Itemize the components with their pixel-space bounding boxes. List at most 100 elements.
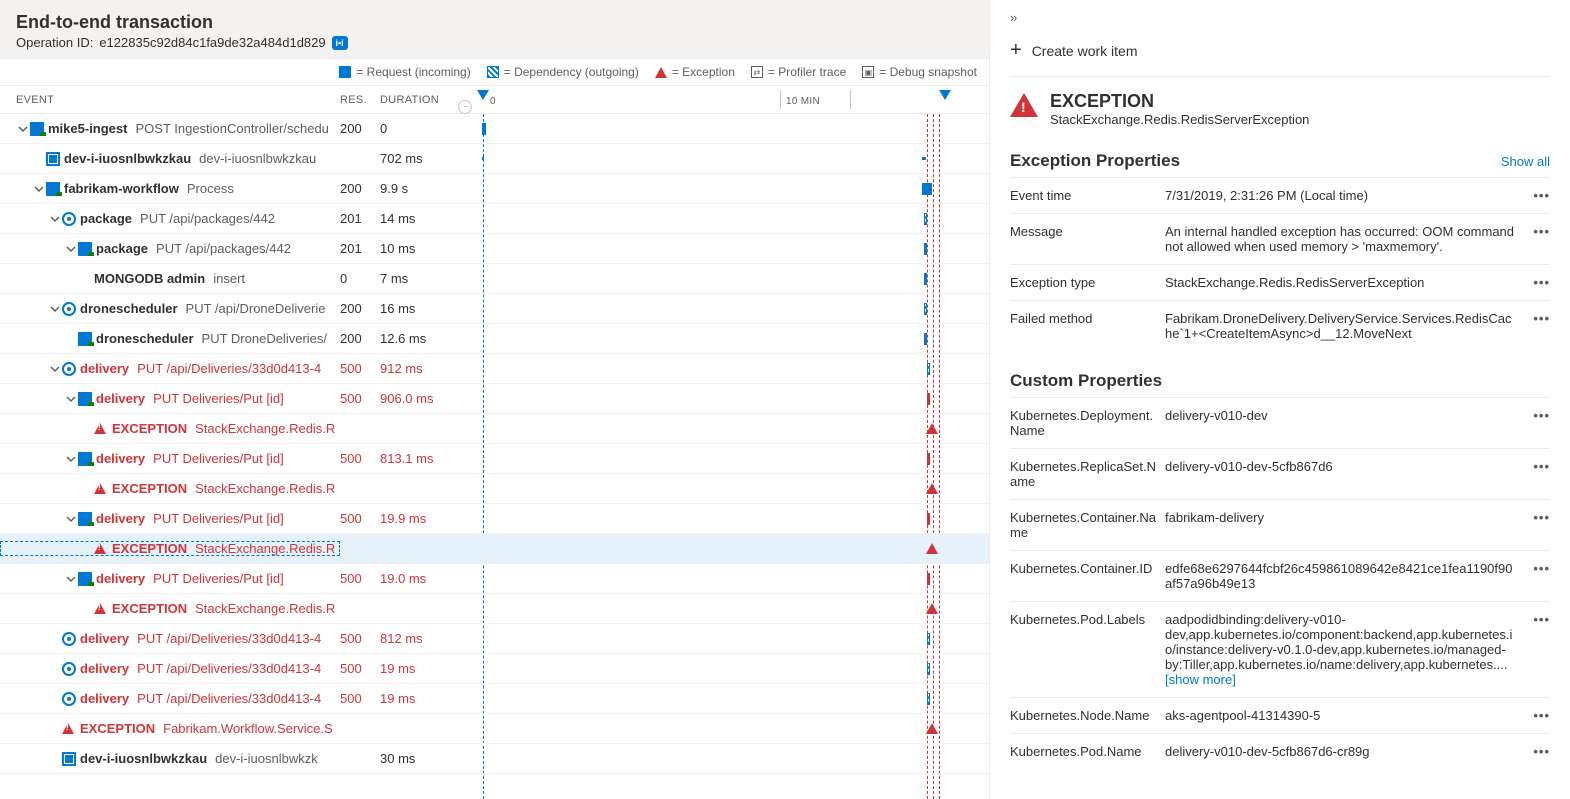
timeline-cell [480,654,989,683]
property-key: Exception type [1010,275,1165,290]
event-cell: dev-i-iuosnlbwkzkau dev-i-iuosnlbwkzkau [0,151,340,166]
dur-cell: 906.0 ms [380,391,480,406]
row-sub: StackExchange.Redis.R [195,541,335,556]
table-row[interactable]: packagePUT /api/packages/44220110 ms [0,234,989,264]
timeline-end-marker-icon[interactable] [939,90,951,100]
row-sub: Process [187,181,234,196]
exception-type: StackExchange.Redis.RedisServerException [1050,112,1309,127]
clock-icon[interactable] [458,100,472,114]
property-value: aks-agentpool-41314390-5 [1165,708,1526,723]
app-icon [78,242,92,256]
info-badge-icon[interactable]: i•i [332,36,348,50]
dur-cell: 19 ms [380,691,480,706]
event-cell: deliveryPUT /api/Deliveries/33d0d413-4 [0,361,340,376]
col-event: EVENT [0,94,340,106]
property-row: Exception typeStackExchange.Redis.RedisS… [1010,264,1550,300]
legend-exception: = Exception [655,65,735,79]
more-actions-icon[interactable]: ••• [1526,224,1550,239]
row-sub: PUT Deliveries/Put [id] [153,511,284,526]
res-cell: 500 [340,691,380,706]
show-more-link[interactable]: [show more] [1165,672,1236,687]
timeline-cell [480,564,989,593]
dependency-icon [62,212,76,226]
event-cell: EXCEPTIONStackExchange.Redis.R [0,421,340,436]
property-row: Kubernetes.Pod.Namedelivery-v010-dev-5cf… [1010,733,1550,769]
table-row[interactable]: deliveryPUT Deliveries/Put [id]500906.0 … [0,384,989,414]
table-row[interactable]: EXCEPTIONStackExchange.Redis.R [0,414,989,444]
expand-caret-icon[interactable] [48,362,62,376]
dur-cell: 30 ms [380,751,480,766]
res-cell: 201 [340,241,380,256]
more-actions-icon[interactable]: ••• [1526,744,1550,759]
event-cell: delivery PUT Deliveries/Put [id] [0,391,340,406]
table-row[interactable]: mike5-ingestPOST IngestionController/sch… [0,114,989,144]
debug-icon: ▣ [862,66,874,78]
expand-caret-icon[interactable] [16,122,30,136]
create-work-item-button[interactable]: + Create work item [1010,33,1550,77]
more-actions-icon[interactable]: ••• [1526,708,1550,723]
row-name: delivery [80,631,129,646]
expand-caret-icon[interactable] [64,512,78,526]
dur-cell: 14 ms [380,211,480,226]
dur-cell: 12.6 ms [380,331,480,346]
table-row[interactable]: EXCEPTIONStackExchange.Redis.R [0,594,989,624]
page-title: End-to-end transaction [16,12,973,33]
table-row[interactable]: MONGODB admininsert07 ms [0,264,989,294]
property-row: Failed methodFabrikam.DroneDelivery.Deli… [1010,300,1550,351]
event-cell: mike5-ingestPOST IngestionController/sch… [0,121,340,136]
table-row[interactable]: dev-i-iuosnlbwkzkaudev-i-iuosnlbwkzk 30 m… [0,744,989,774]
more-actions-icon[interactable]: ••• [1526,459,1550,474]
expand-caret-icon[interactable] [64,242,78,256]
table-row[interactable]: fabrikam-workflowProcess2009.9 s [0,174,989,204]
more-actions-icon[interactable]: ••• [1526,275,1550,290]
res-cell: 200 [340,301,380,316]
row-name: delivery [96,391,145,406]
table-row[interactable]: deliveryPUT Deliveries/Put [id]50019.0 m… [0,564,989,594]
table-row[interactable]: deliveryPUT Deliveries/Put [id]500813.1 … [0,444,989,474]
more-actions-icon[interactable]: ••• [1526,612,1550,627]
row-sub: dev-i-iuosnlbwkzkau [199,151,316,166]
row-sub: PUT Deliveries/Put [id] [153,391,284,406]
legend-dependency: = Dependency (outgoing) [487,65,639,79]
table-row[interactable]: droneschedulerPUT DroneDeliveries/20012.… [0,324,989,354]
property-value: An internal handled exception has occurr… [1165,224,1526,254]
table-row[interactable]: deliveryPUT Deliveries/Put [id]50019.9 m… [0,504,989,534]
more-actions-icon[interactable]: ••• [1526,510,1550,525]
table-row[interactable]: EXCEPTIONStackExchange.Redis.R [0,474,989,504]
property-value: edfe68e6297644fcbf26c459861089642e8421ce… [1165,561,1526,591]
expand-caret-icon[interactable] [64,572,78,586]
table-row[interactable]: dev-i-iuosnlbwkzkaudev-i-iuosnlbwkzkau70… [0,144,989,174]
table-row[interactable]: packagePUT /api/packages/44220114 ms [0,204,989,234]
table-row[interactable]: deliveryPUT /api/Deliveries/33d0d413-450… [0,684,989,714]
table-row[interactable]: deliveryPUT /api/Deliveries/33d0d413-450… [0,654,989,684]
section-heading: Exception Properties [1010,151,1180,171]
property-value: Fabrikam.DroneDelivery.DeliveryService.S… [1165,311,1526,341]
property-row: Kubernetes.Deployment.Namedelivery-v010-… [1010,397,1550,448]
more-actions-icon[interactable]: ••• [1526,561,1550,576]
row-name: delivery [96,571,145,586]
show-all-link[interactable]: Show all [1501,154,1550,169]
queue-icon [62,752,76,766]
expand-caret-icon[interactable] [48,212,62,226]
expand-caret-icon[interactable] [32,182,46,196]
table-row[interactable]: EXCEPTIONFabrikam.Workflow.Service.S [0,714,989,744]
table-row[interactable]: deliveryPUT /api/Deliveries/33d0d413-450… [0,354,989,384]
event-cell: dev-i-iuosnlbwkzkaudev-i-iuosnlbwkzk [0,751,340,766]
table-row[interactable]: EXCEPTIONStackExchange.Redis.R [0,534,989,564]
expand-caret-icon[interactable] [64,392,78,406]
table-row[interactable]: droneschedulerPUT /api/DroneDeliverie200… [0,294,989,324]
expand-caret-icon[interactable] [48,302,62,316]
row-sub: dev-i-iuosnlbwkzk [215,751,318,766]
timeline-cell [480,744,989,773]
expand-caret-icon[interactable] [64,452,78,466]
collapse-icon[interactable]: » [1010,8,1550,33]
more-actions-icon[interactable]: ••• [1526,311,1550,326]
timeline-start-marker-icon[interactable] [477,90,489,100]
table-row[interactable]: deliveryPUT /api/Deliveries/33d0d413-450… [0,624,989,654]
row-sub: PUT /api/Deliveries/33d0d413-4 [137,361,321,376]
more-actions-icon[interactable]: ••• [1526,188,1550,203]
more-actions-icon[interactable]: ••• [1526,408,1550,423]
tick-line [780,90,781,109]
tick-0: 0 [490,96,496,107]
row-name: dev-i-iuosnlbwkzkau [64,151,191,166]
